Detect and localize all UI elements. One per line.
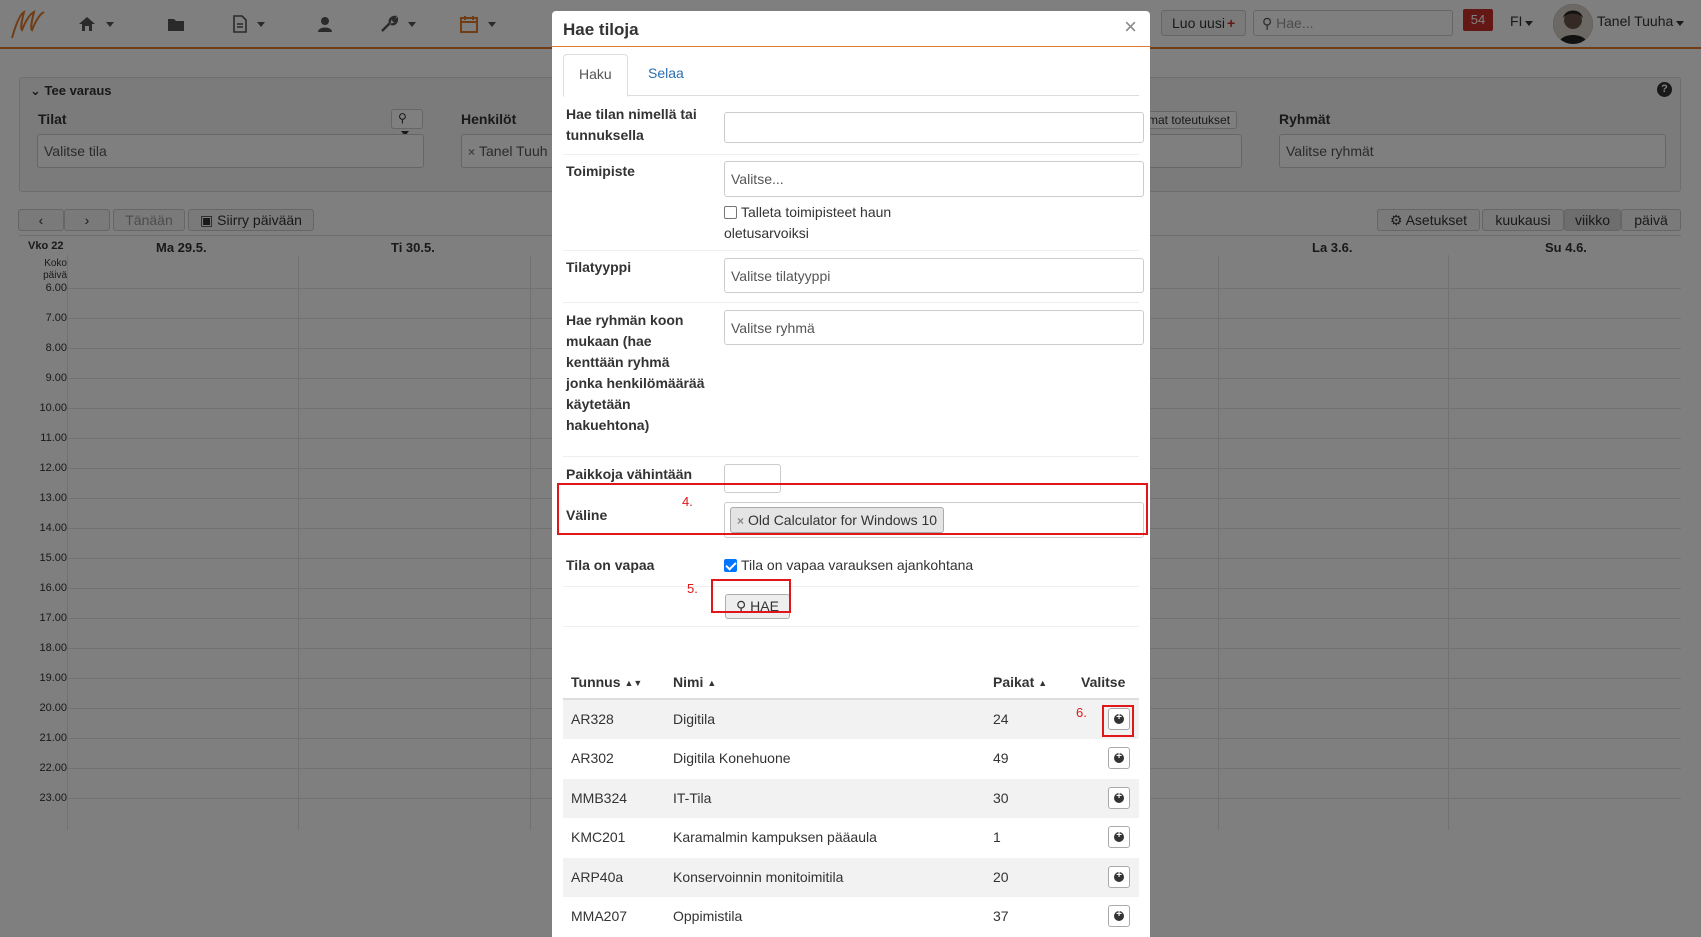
cell-name: Digitila — [673, 711, 716, 727]
name-label: Hae tilan nimellä tai tunnuksella — [566, 106, 697, 143]
select-plus-button[interactable] — [1108, 747, 1130, 770]
highlight-select-button — [1102, 705, 1134, 737]
free-row: Tila on vapaa Tila on vapaa varauksen aj… — [563, 550, 1139, 586]
table-row: KMC201 Karamalmin kampuksen pääaula 1 — [563, 818, 1139, 857]
select-plus-button[interactable] — [1108, 826, 1130, 849]
office-label: Toimipiste — [566, 163, 635, 179]
highlight-equipment — [557, 483, 1148, 535]
modal-title: Hae tiloja — [563, 20, 639, 39]
cell-code: KMC201 — [571, 829, 626, 846]
table-row: ARP40a Konservoinnin monitoimitila 20 — [563, 857, 1139, 897]
min-seats-label: Paikkoja vähintään — [566, 466, 693, 482]
free-checkbox[interactable]: Tila on vapaa varauksen ajankohtana — [724, 555, 973, 576]
cell-name: IT-Tila — [673, 789, 712, 806]
cell-code: MMB324 — [571, 789, 628, 806]
search-spaces-modal: Hae tiloja × Haku Selaa Hae tilan nimell… — [552, 11, 1150, 937]
modal-tabs: Haku Selaa — [563, 54, 1139, 97]
group-size-row: Hae ryhmän koon mukaan (hae kenttään ryh… — [563, 302, 1144, 456]
cell-seats: 1 — [993, 829, 1001, 846]
cell-seats: 30 — [993, 789, 1009, 806]
column-header-select: Valitse — [1081, 674, 1126, 690]
type-select[interactable]: Valitse tilatyyppi — [724, 258, 1144, 293]
column-header-seats[interactable]: Paikat ▲ — [993, 674, 1047, 690]
column-header-code[interactable]: Tunnus ▲▼ — [571, 674, 642, 690]
select-plus-button[interactable] — [1108, 905, 1130, 927]
cell-name: Oppimistila — [673, 908, 743, 924]
tab-browse[interactable]: Selaa — [633, 54, 699, 97]
office-row: Toimipiste Valitse... Talleta toimipiste… — [563, 154, 1144, 250]
step-6-annotation: 6. — [1076, 705, 1087, 720]
modal-header: Hae tiloja × — [552, 11, 1150, 47]
table-row: AR328 Digitila 24 — [563, 700, 1139, 739]
group-size-label: Hae ryhmän koon mukaan (hae kenttään ryh… — [566, 312, 705, 433]
cell-seats: 37 — [993, 908, 1009, 924]
close-icon[interactable]: × — [1124, 15, 1137, 39]
table-row: MMB324 IT-Tila 30 — [563, 778, 1139, 818]
cell-code: ARP40a — [571, 868, 624, 885]
table-row: AR302 Digitila Konehuone 49 — [563, 739, 1139, 778]
cell-name: Konservoinnin monitoimitila — [673, 868, 844, 885]
cell-seats: 49 — [993, 750, 1009, 767]
cell-code: AR328 — [571, 711, 614, 727]
cell-seats: 24 — [993, 711, 1009, 727]
search-button-row: ⚲ HAE — [563, 586, 1139, 626]
checkbox[interactable] — [724, 206, 737, 219]
type-label: Tilatyyppi — [566, 259, 632, 275]
table-row: MMA207 Oppimistila 37 — [563, 897, 1139, 936]
type-row: Tilatyyppi Valitse tilatyyppi — [563, 250, 1144, 302]
select-plus-button[interactable] — [1108, 786, 1130, 809]
highlight-search-button — [711, 579, 791, 613]
checkbox[interactable] — [724, 559, 737, 572]
select-plus-button[interactable] — [1108, 865, 1130, 888]
step-5-annotation: 5. — [687, 581, 698, 596]
name-row: Hae tilan nimellä tai tunnuksella — [563, 96, 1144, 154]
cell-code: MMA207 — [571, 908, 628, 924]
name-input[interactable] — [724, 112, 1144, 143]
cell-name: Digitila Konehuone — [673, 750, 791, 767]
column-header-name[interactable]: Nimi ▲ — [673, 674, 716, 690]
office-save-checkbox[interactable]: Talleta toimipisteet haun oletusarvoiksi — [724, 202, 914, 244]
cell-seats: 20 — [993, 868, 1009, 885]
free-label: Tila on vapaa — [566, 557, 655, 573]
cell-name: Karamalmin kampuksen pääaula — [673, 829, 877, 846]
step-4-annotation: 4. — [682, 494, 693, 509]
office-select[interactable]: Valitse... — [724, 161, 1144, 197]
cell-code: AR302 — [571, 750, 614, 767]
sort-icon: ▲▼ — [624, 678, 643, 688]
sort-asc-icon: ▲ — [1038, 678, 1048, 688]
sort-asc-icon: ▲ — [707, 678, 717, 688]
group-size-select[interactable]: Valitse ryhmä — [724, 310, 1144, 345]
tab-search[interactable]: Haku — [563, 54, 628, 97]
